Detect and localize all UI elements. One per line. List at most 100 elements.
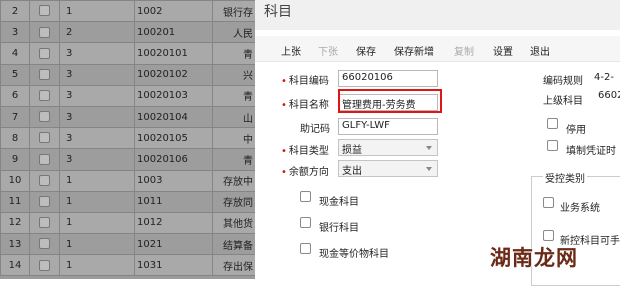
row-name: 山 [212,105,255,129]
balance-direction-label-text: 余额方向 [288,167,329,178]
copy-button[interactable]: 复制 [454,43,474,58]
settings-button[interactable]: 设置 [493,43,513,58]
row-checkbox[interactable] [29,21,60,44]
disabled-checkbox[interactable] [547,118,558,129]
row-checkbox[interactable] [29,169,60,192]
control-category-title: 受控类别 [543,170,587,185]
account-name-label-text: 科目名称 [288,100,329,111]
table-row[interactable]: 8 3 10020105 中 [0,127,255,150]
account-type-label-text: 科目类型 [288,146,329,157]
balance-direction-select[interactable]: 支出 [338,160,438,177]
parent-account-label: 上级科目 [543,96,583,107]
business-system-checkbox[interactable] [543,197,554,208]
table-row[interactable]: 5 3 10020102 兴 [0,63,255,86]
row-checkbox[interactable] [29,148,60,171]
exit-button[interactable]: 退出 [530,43,550,58]
row-checkbox[interactable] [29,127,60,150]
row-number: 9 [0,148,30,171]
save-button[interactable]: 保存 [356,43,376,58]
table-row[interactable]: 2 1 1002 银行存 [0,0,255,23]
checkbox-icon[interactable] [39,238,50,250]
checkbox-icon[interactable] [39,153,50,165]
balance-direction-label: • 余额方向 [281,163,329,178]
voucher-checkbox[interactable] [547,140,558,151]
row-name: 存放中 [212,169,255,192]
manual-control-checkbox[interactable] [543,230,554,241]
checkbox-icon[interactable] [39,90,50,102]
row-level: 3 [59,42,135,65]
table-row[interactable]: 7 3 10020104 山 [0,105,255,129]
table-row[interactable]: 12 1 1012 其他货 [0,211,255,235]
row-level: 1 [59,254,135,277]
row-checkbox[interactable] [29,105,60,129]
row-checkbox[interactable] [29,42,60,65]
cash-equivalent-checkbox[interactable] [300,243,311,254]
bank-account-checkbox[interactable] [300,217,311,228]
row-checkbox[interactable] [29,0,60,23]
row-level: 1 [59,211,135,235]
required-marker: • [281,167,287,178]
chevron-down-icon [426,146,432,150]
table-row[interactable]: 10 1 1003 存放中 [0,169,255,192]
cash-equivalent-label: 现金等价物科目 [319,249,389,260]
account-type-select[interactable]: 损益 [338,139,438,156]
previous-button[interactable]: 上张 [281,43,301,58]
row-checkbox[interactable] [29,211,60,235]
row-checkbox[interactable] [29,254,60,277]
table-row[interactable]: 4 3 10020101 青 [0,42,255,65]
checkbox-icon[interactable] [39,26,50,38]
row-name: 人民 [212,21,255,44]
account-code-label: • 科目编码 [281,72,329,87]
bank-account-label: 银行科目 [319,223,359,234]
checkbox-icon[interactable] [39,5,50,17]
cash-account-checkbox[interactable] [300,191,311,202]
table-row[interactable]: 14 1 1031 存出保 [0,254,255,277]
row-checkbox[interactable] [29,63,60,86]
row-checkbox[interactable] [29,233,60,256]
table-row[interactable]: 6 3 10020103 青 [0,84,255,107]
checkbox-icon[interactable] [39,196,50,208]
checkbox-icon[interactable] [39,259,50,271]
checkbox-icon[interactable] [39,174,50,186]
account-type-label: • 科目类型 [281,142,329,157]
chevron-down-icon [426,167,432,171]
account-code-input[interactable]: 66020106 [338,70,438,87]
row-checkbox[interactable] [29,190,60,213]
business-system-label: 业务系统 [560,203,600,214]
checkbox-icon[interactable] [39,47,50,59]
checkbox-icon[interactable] [39,132,50,144]
row-name: 银行存 [212,0,255,23]
row-code: 1012 [134,211,213,235]
row-code: 100201 [134,21,213,44]
cash-account-label: 现金科目 [319,197,359,208]
checkbox-icon[interactable] [39,68,50,80]
table-row[interactable]: 11 1 1011 存放同 [0,190,255,213]
row-number: 8 [0,127,30,150]
row-name: 青 [212,84,255,107]
checkbox-icon[interactable] [39,111,50,123]
mnemonic-input[interactable]: GLFY-LWF [338,118,438,135]
required-marker: • [281,76,287,87]
watermark: 湖南龙网 [490,246,578,270]
table-row[interactable]: 3 2 100201 人民 [0,21,255,44]
parent-account-value: 6602 [598,90,620,101]
row-name: 结算备 [212,233,255,256]
row-code: 1021 [134,233,213,256]
row-number: 6 [0,84,30,107]
row-level: 1 [59,169,135,192]
next-button[interactable]: 下张 [318,43,338,58]
disabled-label: 停用 [566,125,586,136]
row-name: 其他货 [212,211,255,235]
required-marker: • [281,100,287,111]
row-number: 4 [0,42,30,65]
save-new-button[interactable]: 保存新增 [394,43,434,58]
account-list-grid: 2 1 1002 银行存 3 2 100201 人民 4 3 10020101 青 5 3 10020102… [0,0,255,279]
row-checkbox[interactable] [29,84,60,107]
table-row[interactable]: 9 3 10020106 青 [0,148,255,171]
dialog-header: 科目 [255,0,620,30]
checkbox-icon[interactable] [39,217,50,229]
table-row[interactable]: 13 1 1021 结算备 [0,233,255,256]
account-name-label: • 科目名称 [281,96,329,111]
row-code: 10020106 [134,148,213,171]
account-table: 2 1 1002 银行存 3 2 100201 人民 4 3 10020101 青 5 3 10020102… [0,0,255,277]
